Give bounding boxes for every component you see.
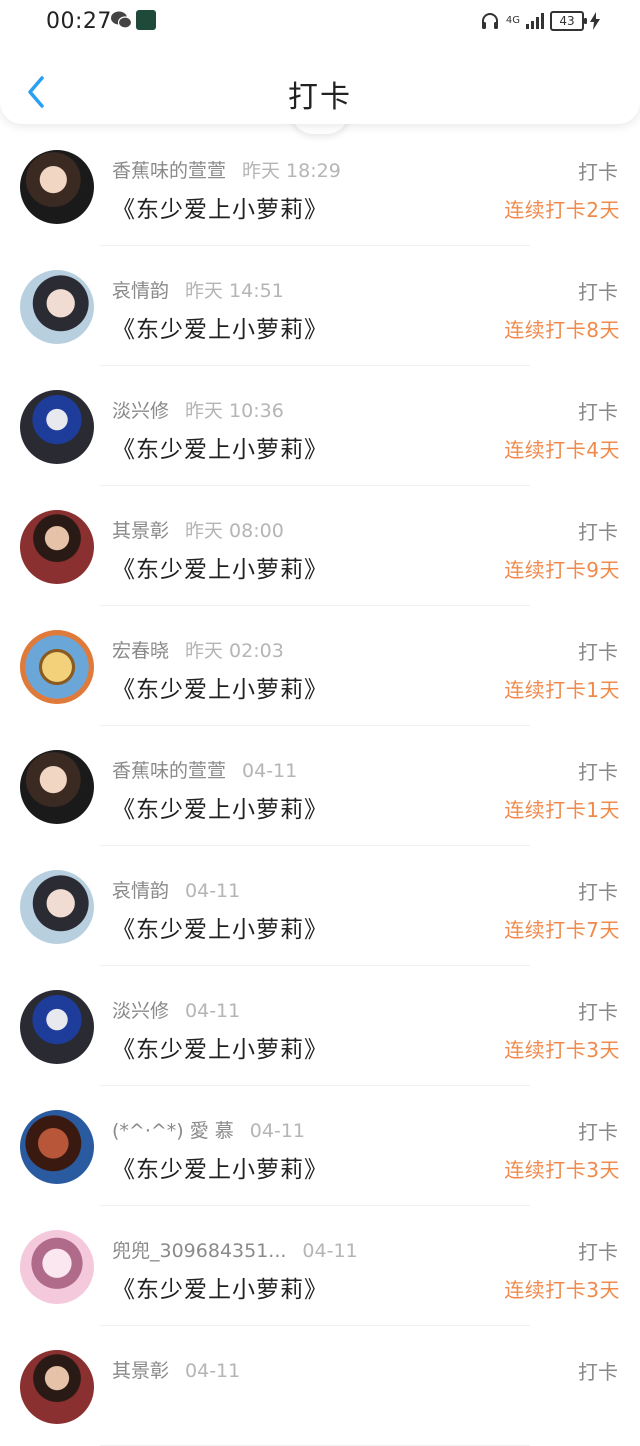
username[interactable]: 哀情韵 bbox=[112, 880, 169, 902]
list-item[interactable]: 哀情韵 04-11 《东少爱上小萝莉》 打卡连续打卡7天 bbox=[0, 846, 640, 966]
checkin-time: 04-11 bbox=[302, 1240, 358, 1262]
username[interactable]: (*^·^*) 愛 慕 bbox=[112, 1120, 234, 1142]
checkin-time: 04-11 bbox=[185, 880, 241, 902]
action-label: 打卡 bbox=[578, 1240, 618, 1264]
list-item[interactable]: 哀情韵 昨天 14:51 《东少爱上小萝莉》 打卡连续打卡8天 bbox=[0, 246, 640, 366]
username[interactable]: 其景彰 bbox=[112, 1360, 169, 1382]
page-title: 打卡 bbox=[288, 80, 352, 115]
avatar[interactable] bbox=[20, 510, 94, 584]
avatar[interactable] bbox=[20, 1110, 94, 1184]
action-label: 打卡 bbox=[578, 160, 618, 184]
username[interactable]: 香蕉味的萱萱 bbox=[112, 160, 226, 182]
action-label: 打卡 bbox=[578, 760, 618, 784]
action-label: 打卡 bbox=[578, 640, 618, 664]
checkin-time: 04-11 bbox=[185, 1360, 241, 1382]
item-meta: 兜兜_309684351... 04-11 bbox=[112, 1236, 358, 1263]
item-meta: 香蕉味的萱萱 昨天 18:29 bbox=[112, 156, 341, 183]
action-label: 打卡 bbox=[578, 520, 618, 544]
checkin-time: 昨天 14:51 bbox=[185, 280, 284, 302]
avatar[interactable] bbox=[20, 990, 94, 1064]
item-meta: 哀情韵 昨天 14:51 bbox=[112, 276, 284, 303]
headphones-icon bbox=[481, 13, 498, 29]
list-item[interactable]: 香蕉味的萱萱 昨天 18:29 《东少爱上小萝莉》 打卡连续打卡2天 bbox=[0, 124, 640, 246]
charging-bolt-icon bbox=[590, 12, 600, 30]
checkin-time: 昨天 18:29 bbox=[242, 160, 341, 182]
book-title[interactable]: 《东少爱上小萝莉》 bbox=[112, 670, 328, 704]
streak-badge: 连续打卡3天 bbox=[504, 1158, 620, 1182]
item-meta: 其景彰 04-11 bbox=[112, 1356, 240, 1383]
action-label: 打卡 bbox=[578, 880, 618, 904]
item-meta: 宏春晓 昨天 02:03 bbox=[112, 636, 284, 663]
avatar[interactable] bbox=[20, 630, 94, 704]
action-label: 打卡 bbox=[578, 400, 618, 424]
avatar[interactable] bbox=[20, 1230, 94, 1304]
status-time: 00:27 bbox=[46, 9, 112, 34]
avatar[interactable] bbox=[20, 1350, 94, 1424]
book-title[interactable]: 《东少爱上小萝莉》 bbox=[112, 550, 328, 584]
action-label: 打卡 bbox=[578, 1120, 618, 1144]
signal-icon bbox=[526, 13, 544, 29]
status-bar: 00:27 4G 43 bbox=[0, 0, 640, 44]
list-item[interactable]: 兜兜_309684351... 04-11 《东少爱上小萝莉》 打卡连续打卡3天 bbox=[0, 1206, 640, 1326]
username[interactable]: 兜兜_309684351... bbox=[112, 1240, 286, 1262]
list-item[interactable]: 淡兴修 04-11 《东少爱上小萝莉》 打卡连续打卡3天 bbox=[0, 966, 640, 1086]
network-type: 4G bbox=[505, 15, 520, 26]
item-meta: 香蕉味的萱萱 04-11 bbox=[112, 756, 297, 783]
streak-badge: 连续打卡1天 bbox=[504, 798, 620, 822]
avatar[interactable] bbox=[20, 270, 94, 344]
list-item[interactable]: (*^·^*) 愛 慕 04-11 《东少爱上小萝莉》 打卡连续打卡3天 bbox=[0, 1086, 640, 1206]
streak-badge: 连续打卡2天 bbox=[504, 198, 620, 222]
username[interactable]: 淡兴修 bbox=[112, 400, 169, 422]
avatar[interactable] bbox=[20, 150, 94, 224]
list-item[interactable]: 香蕉味的萱萱 04-11 《东少爱上小萝莉》 打卡连续打卡1天 bbox=[0, 726, 640, 846]
username[interactable]: 淡兴修 bbox=[112, 1000, 169, 1022]
checkin-time: 昨天 10:36 bbox=[185, 400, 284, 422]
book-title[interactable]: 《东少爱上小萝莉》 bbox=[112, 190, 328, 224]
streak-badge: 连续打卡1天 bbox=[504, 678, 620, 702]
username[interactable]: 香蕉味的萱萱 bbox=[112, 760, 226, 782]
streak-badge: 连续打卡4天 bbox=[504, 438, 620, 462]
item-meta: (*^·^*) 愛 慕 04-11 bbox=[112, 1116, 305, 1143]
streak-badge: 连续打卡9天 bbox=[504, 558, 620, 582]
item-meta: 淡兴修 04-11 bbox=[112, 996, 240, 1023]
book-title[interactable]: 《东少爱上小萝莉》 bbox=[112, 1150, 328, 1184]
book-title[interactable]: 《东少爱上小萝莉》 bbox=[112, 910, 328, 944]
list-item[interactable]: 淡兴修 昨天 10:36 《东少爱上小萝莉》 打卡连续打卡4天 bbox=[0, 366, 640, 486]
item-meta: 淡兴修 昨天 10:36 bbox=[112, 396, 284, 423]
item-meta: 哀情韵 04-11 bbox=[112, 876, 240, 903]
username[interactable]: 哀情韵 bbox=[112, 280, 169, 302]
book-title[interactable]: 《东少爱上小萝莉》 bbox=[112, 790, 328, 824]
book-title[interactable]: 《东少爱上小萝莉》 bbox=[112, 310, 328, 344]
book-title[interactable]: 《东少爱上小萝莉》 bbox=[112, 1030, 328, 1064]
streak-badge: 连续打卡3天 bbox=[504, 1038, 620, 1062]
checkin-time: 04-11 bbox=[185, 1000, 241, 1022]
book-title[interactable]: 《东少爱上小萝莉》 bbox=[112, 1270, 328, 1304]
app-notification-icon bbox=[136, 10, 156, 30]
list-item[interactable]: 其景彰 昨天 08:00 《东少爱上小萝莉》 打卡连续打卡9天 bbox=[0, 486, 640, 606]
action-label: 打卡 bbox=[578, 1000, 618, 1024]
battery-icon: 43 bbox=[550, 11, 587, 31]
avatar[interactable] bbox=[20, 870, 94, 944]
list-item[interactable]: 宏春晓 昨天 02:03 《东少爱上小萝莉》 打卡连续打卡1天 bbox=[0, 606, 640, 726]
action-label: 打卡 bbox=[578, 280, 618, 304]
checkin-time: 昨天 02:03 bbox=[185, 640, 284, 662]
streak-badge: 连续打卡3天 bbox=[504, 1278, 620, 1302]
book-title[interactable]: 《东少爱上小萝莉》 bbox=[112, 430, 328, 464]
list-item[interactable]: 其景彰 04-11 打卡 bbox=[0, 1326, 640, 1446]
item-meta: 其景彰 昨天 08:00 bbox=[112, 516, 284, 543]
checkin-list: 香蕉味的萱萱 昨天 18:29 《东少爱上小萝莉》 打卡 连续打卡2天 哀情韵 昨天 14:… bbox=[0, 124, 640, 1446]
username[interactable]: 宏春晓 bbox=[112, 640, 169, 662]
avatar[interactable] bbox=[20, 750, 94, 824]
avatar[interactable] bbox=[20, 390, 94, 464]
action-label: 打卡 bbox=[578, 1360, 618, 1384]
checkin-time: 昨天 08:00 bbox=[185, 520, 284, 542]
streak-badge: 连续打卡7天 bbox=[504, 918, 620, 942]
checkin-time: 04-11 bbox=[242, 760, 298, 782]
wechat-icon bbox=[111, 11, 132, 29]
username[interactable]: 其景彰 bbox=[112, 520, 169, 542]
checkin-time: 04-11 bbox=[249, 1120, 306, 1142]
status-right-icons: 4G 43 bbox=[480, 10, 600, 32]
streak-badge: 连续打卡8天 bbox=[504, 318, 620, 342]
